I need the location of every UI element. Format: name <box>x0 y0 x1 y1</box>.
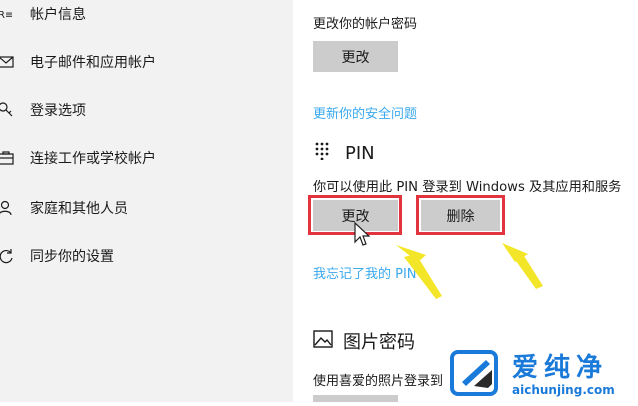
password-description: 更改你的帐户密码 <box>313 17 418 32</box>
sidebar-item-label: 连接工作或学校帐户 <box>30 151 156 167</box>
sidebar-item-family[interactable]: 家庭和其他人员 <box>0 194 128 222</box>
account-info-icon: R≡ <box>0 7 20 21</box>
change-password-button[interactable]: 更改 <box>313 41 398 72</box>
key-icon <box>0 102 20 118</box>
pin-description: 你可以使用此 PIN 登录到 Windows 及其应用和服务 <box>313 180 622 195</box>
sidebar-item-label: 家庭和其他人员 <box>30 201 128 217</box>
mail-icon <box>0 56 20 68</box>
briefcase-icon <box>0 151 20 165</box>
picture-icon <box>313 329 333 353</box>
main-content: 更改你的帐户密码 更改 更新你的安全问题 PIN 你可以使用此 PIN 登录到 … <box>293 0 638 402</box>
sidebar-item-account-info[interactable]: R≡ 帐户信息 <box>0 0 86 28</box>
picture-password-title: 图片密码 <box>343 332 415 353</box>
sidebar-item-label: 同步你的设置 <box>30 249 114 265</box>
keypad-icon <box>315 142 329 165</box>
mouse-cursor-icon <box>354 221 371 252</box>
person-icon <box>0 200 20 216</box>
picture-password-section-title: 图片密码 <box>313 328 415 354</box>
sidebar: R≡ 帐户信息 电子邮件和应用帐户 登录选项 连接工作或学校帐户 家庭和其他人员… <box>0 0 293 402</box>
watermark: 爱纯净 aichunjing.com <box>448 348 615 402</box>
sidebar-item-email[interactable]: 电子邮件和应用帐户 <box>0 48 156 76</box>
sync-icon <box>0 248 20 264</box>
sidebar-item-label: 登录选项 <box>30 103 86 119</box>
pin-title: PIN <box>345 143 375 164</box>
update-security-questions-link[interactable]: 更新你的安全问题 <box>313 103 417 122</box>
sidebar-item-label: 帐户信息 <box>30 7 86 23</box>
sidebar-item-sync[interactable]: 同步你的设置 <box>0 242 114 270</box>
picture-password-description: 使用喜爱的照片登录到 <box>313 374 444 389</box>
svg-text:R≡: R≡ <box>0 10 12 21</box>
remove-pin-button[interactable]: 删除 <box>421 200 500 231</box>
pin-section-title: PIN <box>315 142 375 165</box>
sidebar-item-work-school[interactable]: 连接工作或学校帐户 <box>0 144 156 172</box>
watermark-url: aichunjing.com <box>512 383 615 397</box>
watermark-logo-icon <box>448 348 504 402</box>
picture-password-button[interactable] <box>313 395 398 402</box>
sidebar-item-sign-in-options[interactable]: 登录选项 <box>0 96 86 124</box>
watermark-text: 爱纯净 <box>512 353 609 383</box>
forgot-pin-link[interactable]: 我忘记了我的 PIN <box>313 263 417 282</box>
sidebar-item-label: 电子邮件和应用帐户 <box>30 55 156 71</box>
